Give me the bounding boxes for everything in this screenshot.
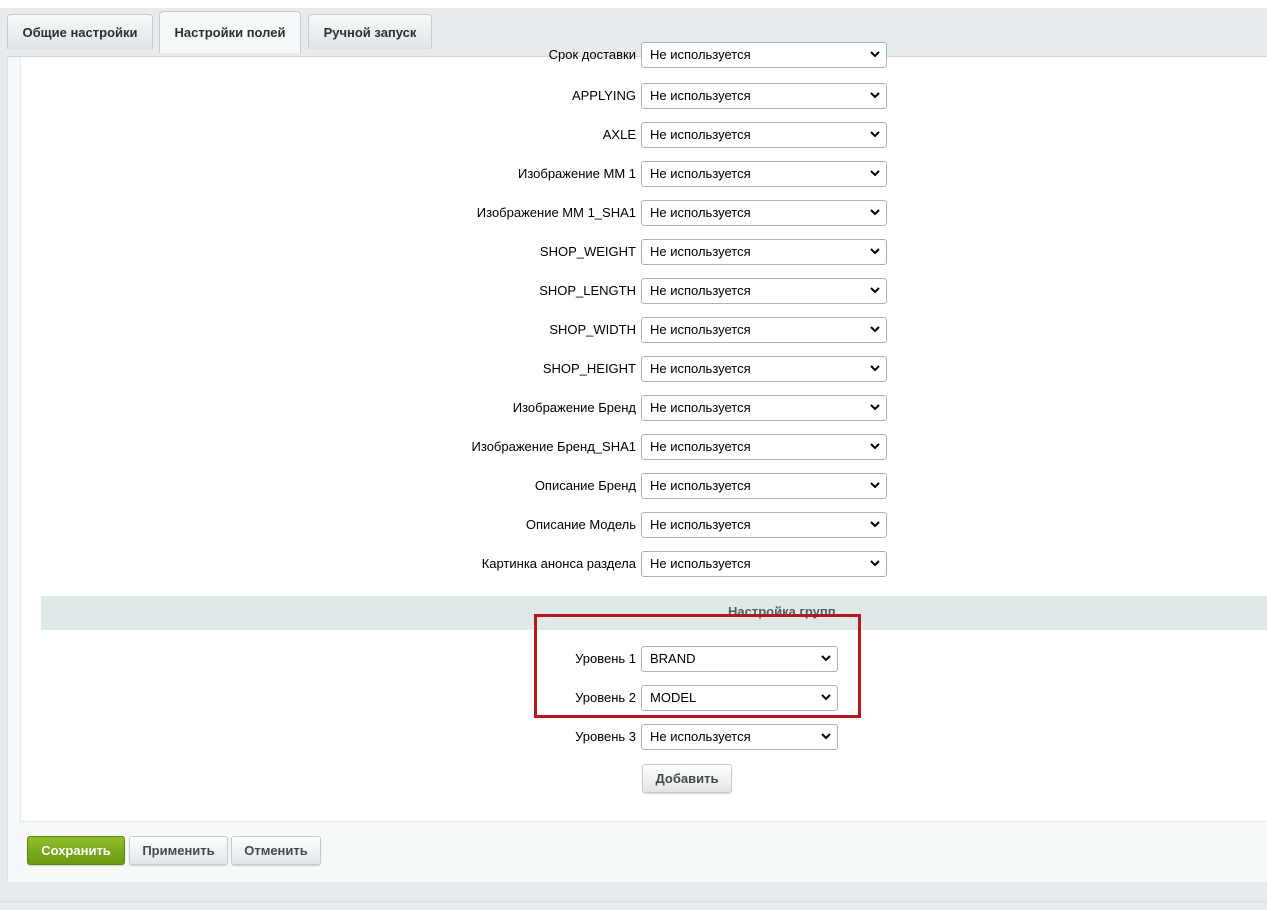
chevron-down-icon (870, 240, 880, 264)
group-level-row: Уровень 1 BRAND (21, 645, 1267, 673)
field-select[interactable]: Не используется (641, 512, 887, 538)
chevron-down-icon (821, 725, 831, 749)
field-label: Изображение ММ 1 (517, 166, 636, 181)
field-label: Описание Бренд (534, 478, 636, 493)
field-select-value: Не используется (650, 166, 751, 181)
field-row: Описание Бренд Не используется (21, 472, 1267, 500)
field-select-value: Не используется (650, 47, 751, 62)
chevron-down-icon (870, 513, 880, 537)
group-level-row: Уровень 2 MODEL (21, 684, 1267, 712)
chevron-down-icon (870, 318, 880, 342)
field-label: Срок доставки (548, 47, 636, 62)
field-settings-area: Срок доставки Не используется APPLYING Не… (20, 42, 1267, 822)
field-row: AXLE Не используется (21, 121, 1267, 149)
field-select[interactable]: Не используется (641, 122, 887, 148)
field-label: APPLYING (571, 88, 636, 103)
field-select[interactable]: Не используется (641, 278, 887, 304)
field-select[interactable]: Не используется (641, 42, 887, 68)
group-level-select[interactable]: MODEL (641, 685, 838, 711)
field-row: Изображение Бренд_SHA1 Не используется (21, 433, 1267, 461)
field-label: Изображение Бренд_SHA1 (471, 439, 636, 454)
field-row: SHOP_WEIGHT Не используется (21, 238, 1267, 266)
field-select-value: Не используется (650, 322, 751, 337)
field-select[interactable]: Не используется (641, 317, 887, 343)
field-select-value: Не используется (650, 244, 751, 259)
field-select[interactable]: Не используется (641, 200, 887, 226)
field-select-value: Не используется (650, 361, 751, 376)
field-select[interactable]: Не используется (641, 434, 887, 460)
chevron-down-icon (870, 552, 880, 576)
field-select-value: Не используется (650, 127, 751, 142)
top-strip (0, 0, 1267, 8)
chevron-down-icon (870, 162, 880, 186)
chevron-down-icon (870, 279, 880, 303)
field-row: Изображение ММ 1_SHA1 Не используется (21, 199, 1267, 227)
chevron-down-icon (870, 474, 880, 498)
field-row: Картинка анонса раздела Не используется (21, 550, 1267, 578)
field-row: SHOP_HEIGHT Не используется (21, 355, 1267, 383)
chevron-down-icon (870, 435, 880, 459)
field-label: SHOP_LENGTH (539, 283, 636, 298)
save-button[interactable]: Сохранить (27, 836, 125, 865)
field-select-value: Не используется (650, 439, 751, 454)
chevron-down-icon (870, 201, 880, 225)
field-row: Описание Модель Не используется (21, 511, 1267, 539)
field-select-value: Не используется (650, 556, 751, 571)
group-level-value: Не используется (650, 729, 751, 744)
field-row: SHOP_WIDTH Не используется (21, 316, 1267, 344)
field-select-value: Не используется (650, 517, 751, 532)
apply-button[interactable]: Применить (129, 836, 228, 865)
field-select-value: Не используется (650, 205, 751, 220)
field-select[interactable]: Не используется (641, 239, 887, 265)
field-label: Картинка анонса раздела (481, 556, 636, 571)
chevron-down-icon (821, 686, 831, 710)
field-select[interactable]: Не используется (641, 356, 887, 382)
field-select[interactable]: Не используется (641, 473, 887, 499)
group-level-value: BRAND (650, 651, 696, 666)
field-select-value: Не используется (650, 400, 751, 415)
field-select-value: Не используется (650, 283, 751, 298)
field-row: SHOP_LENGTH Не используется (21, 277, 1267, 305)
field-select[interactable]: Не используется (641, 83, 887, 109)
group-level-select[interactable]: Не используется (641, 724, 838, 750)
chevron-down-icon (870, 357, 880, 381)
field-row-partial: Срок доставки Не используется (21, 41, 1267, 69)
field-label: Изображение Бренд (512, 400, 636, 415)
group-settings-header: Настройка групп (41, 596, 1267, 630)
chevron-down-icon (870, 43, 880, 67)
field-label: Изображение ММ 1_SHA1 (476, 205, 636, 220)
field-select[interactable]: Не используется (641, 395, 887, 421)
field-label: SHOP_HEIGHT (542, 361, 636, 376)
chevron-down-icon (870, 396, 880, 420)
add-level-button[interactable]: Добавить (642, 764, 732, 793)
settings-panel: Срок доставки Не используется APPLYING Не… (7, 42, 1267, 882)
chevron-down-icon (821, 647, 831, 671)
chevron-down-icon (870, 84, 880, 108)
field-label: AXLE (602, 127, 636, 142)
field-select-value: Не используется (650, 88, 751, 103)
group-level-label: Уровень 3 (575, 729, 636, 744)
group-level-select[interactable]: BRAND (641, 646, 838, 672)
field-select[interactable]: Не используется (641, 161, 887, 187)
field-label: SHOP_WEIGHT (539, 244, 636, 259)
chevron-down-icon (870, 123, 880, 147)
field-row: APPLYING Не используется (21, 82, 1267, 110)
field-select-value: Не используется (650, 478, 751, 493)
field-label: SHOP_WIDTH (549, 322, 636, 337)
group-level-label: Уровень 2 (575, 690, 636, 705)
field-label: Описание Модель (525, 517, 636, 532)
group-level-value: MODEL (650, 690, 697, 705)
group-level-label: Уровень 1 (575, 651, 636, 666)
group-settings-title: Настройка групп (728, 604, 836, 619)
field-row: Изображение ММ 1 Не используется (21, 160, 1267, 188)
cancel-button[interactable]: Отменить (231, 836, 321, 865)
field-row: Изображение Бренд Не используется (21, 394, 1267, 422)
group-level-row: Уровень 3 Не используется (21, 723, 1267, 751)
field-select[interactable]: Не используется (641, 551, 887, 577)
